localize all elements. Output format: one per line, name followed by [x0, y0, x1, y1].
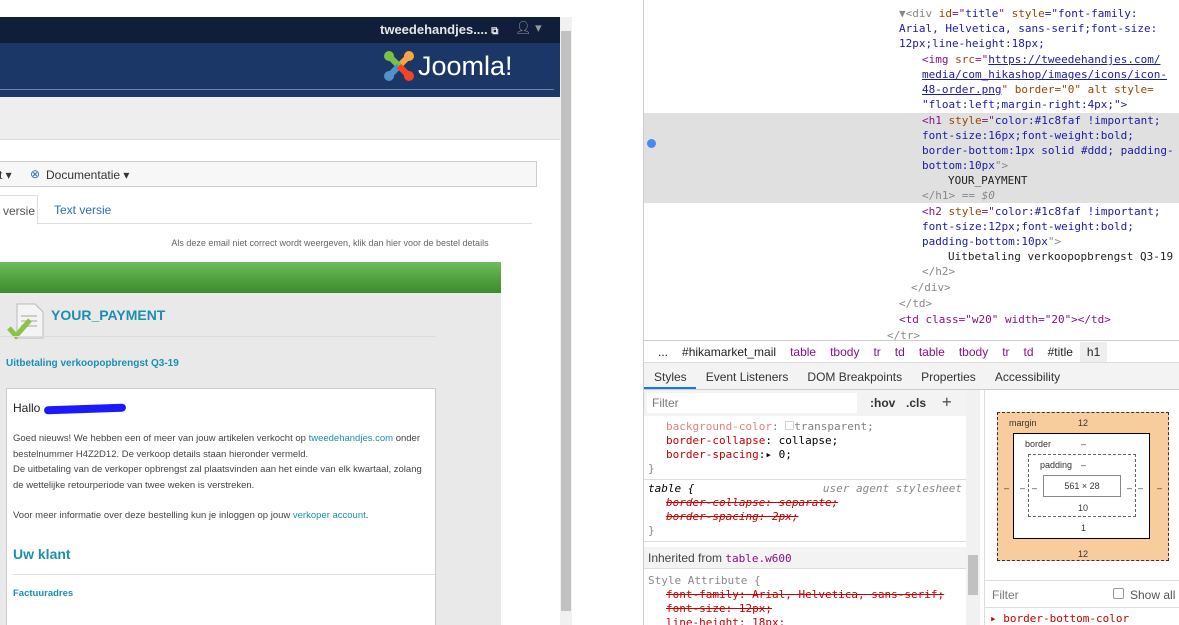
dom-line: 48-order.png" border="0" alt style= — [922, 83, 1154, 96]
dom-line: border-bottom:1px solid #ddd; padding- — [922, 144, 1174, 157]
breakpoint-dot-icon — [647, 139, 656, 148]
paragraph-info: Voor meer informatie over deze bestellin… — [13, 510, 369, 521]
email-version-tabs: versie Text versie — [0, 195, 532, 225]
tab-event-listeners[interactable]: Event Listeners — [696, 363, 798, 389]
dom-line-selected[interactable]: <h1 style="color:#1c8faf !important; — [922, 113, 1160, 128]
email-content-card: Hallo Goed nieuws! We hebben een of meer… — [6, 388, 436, 625]
user-agent-rule: table {user agent stylesheet border-coll… — [644, 482, 966, 542]
dom-line[interactable]: <td class="w20" width="20"></td> — [899, 312, 1111, 327]
redaction-scribble — [43, 403, 126, 415]
external-link-icon: ⧉ — [491, 26, 499, 37]
show-all-checkbox[interactable] — [1113, 588, 1124, 599]
billing-address-heading: Factuuradres — [13, 588, 74, 599]
computed-filter-input[interactable]: Filter — [992, 588, 1019, 602]
breadcrumb-item[interactable]: tbody — [952, 345, 995, 359]
styles-scrollbar[interactable] — [966, 390, 980, 625]
seller-account-link[interactable]: verkoper account — [293, 510, 366, 521]
dom-line: </tr> — [887, 329, 921, 340]
admin-header: Joomla! — [0, 43, 560, 97]
page-scrollbar[interactable] — [560, 17, 572, 625]
email-subtitle: Uitbetaling verkoopopbrengst Q3-19 — [6, 358, 179, 369]
breadcrumb-item[interactable]: td — [888, 345, 912, 359]
styles-filter-input[interactable]: Filter — [647, 393, 857, 413]
dom-text: Uitbetaling verkoopopbrengst Q3-19 — [948, 250, 1174, 263]
joomla-logo-icon — [383, 50, 415, 82]
dom-line: padding-bottom:10px"> — [922, 235, 1062, 248]
dom-line: </h1> == $0 — [922, 189, 995, 202]
computed-pane: Filter Show all ▸ border-bottom-color — [984, 580, 1179, 625]
tab-styles[interactable]: Styles — [644, 363, 696, 389]
lifebuoy-icon: ⊗ — [30, 167, 41, 181]
breadcrumb-item[interactable]: #hikamarket_mail — [675, 345, 783, 359]
style-rule: background-color: transparent; border-co… — [644, 420, 966, 480]
dom-line[interactable]: <h2 style="color:#1c8faf !important; — [922, 204, 1160, 219]
site-link[interactable]: tweedehandjes.... ⧉ — [380, 22, 498, 37]
joomla-logo-text: Joomla! — [418, 51, 513, 81]
inherited-header: Inherited from table.w600 — [644, 547, 966, 569]
hover-state-toggle[interactable]: :hov — [870, 396, 895, 410]
dom-line: </div> — [911, 281, 951, 294]
site-link-email[interactable]: tweedehandjes.com — [309, 433, 394, 444]
box-padding: padding – 10 – – 561 × 28 — [1028, 454, 1136, 517]
breadcrumb-item[interactable]: table — [783, 345, 823, 359]
box-border: border – 1 – – padding – 10 – – 561 × 28 — [1013, 433, 1150, 539]
breadcrumb-item[interactable]: #title — [1041, 345, 1080, 359]
paragraph-payout: De uitbetaling van de verkoper opbrengst… — [13, 464, 422, 491]
email-banner — [0, 262, 501, 293]
breadcrumb-item[interactable]: tr — [866, 345, 887, 359]
breadcrumb-item[interactable]: tbody — [823, 345, 866, 359]
browser-page: tweedehandjes.... ⧉ 👤︎ ▾ Joomla! t ▾ ⊗ D… — [0, 0, 572, 625]
title-divider — [0, 336, 436, 337]
box-margin: margin 12 12 – – border – 1 – – padding … — [997, 412, 1169, 561]
toolbar: t ▾ ⊗ Documentatie ▾ — [0, 161, 537, 187]
tab-dom-breakpoints[interactable]: DOM Breakpoints — [797, 363, 911, 389]
breadcrumb-item[interactable]: td — [1017, 345, 1041, 359]
tab-html-version[interactable]: versie — [0, 195, 38, 225]
site-link-label: tweedehandjes.... — [380, 22, 488, 37]
toolbar-menu-partial[interactable]: t ▾ — [0, 168, 12, 182]
inherited-from-link[interactable]: table.w600 — [725, 552, 791, 565]
style-attribute-rule: Style Attribute { font-family: Arial, He… — [648, 574, 945, 625]
breadcrumb-item-current[interactable]: h1 — [1079, 341, 1108, 362]
subheader — [0, 97, 560, 140]
customer-heading: Uw klant — [13, 546, 71, 562]
dom-tree: ▼<div id="title" style="font-family: Ari… — [644, 0, 1179, 340]
dom-line: font-size:12px;font-weight:bold; — [922, 220, 1134, 233]
breadcrumb-item[interactable]: tr — [995, 345, 1016, 359]
dom-line[interactable]: ▼<div id="title" style="font-family: — [899, 6, 1137, 21]
add-rule-button[interactable]: + — [942, 392, 952, 411]
dom-line: "float:left;margin-right:4px;"> — [922, 98, 1128, 111]
tab-properties[interactable]: Properties — [911, 363, 985, 389]
dom-line: 12px;line-height:18px; — [899, 37, 1045, 50]
email-title: YOUR_PAYMENT — [51, 307, 166, 323]
dom-line: </h2> — [922, 265, 956, 278]
tab-accessibility[interactable]: Accessibility — [985, 363, 1069, 389]
devtools-panel: ▼<div id="title" style="font-family: Ari… — [643, 0, 1179, 625]
admin-topbar: tweedehandjes.... ⧉ 👤︎ ▾ — [0, 17, 560, 43]
devtools-subtabs: Styles Event Listeners DOM Breakpoints P… — [644, 363, 1179, 390]
class-toggle[interactable]: .cls — [906, 396, 926, 410]
tab-text-version[interactable]: Text versie — [54, 203, 111, 217]
dom-line: Arial, Helvetica, sans-serif;font-size: — [899, 22, 1158, 35]
styles-pane: Filter :hov .cls + background-color: tra… — [644, 390, 966, 625]
dom-line[interactable]: <img src="https://tweedehandjes.com/ — [922, 52, 1160, 67]
email-notice[interactable]: Als deze email niet correct wordt weerge… — [0, 238, 500, 248]
dom-breadcrumb: ... #hikamarket_mail table tbody tr td t… — [644, 340, 1179, 363]
documentation-menu[interactable]: Documentatie ▾ — [46, 168, 129, 182]
dom-link[interactable]: media/com_hikashop/images/icons/icon- — [922, 67, 1167, 82]
section-divider — [13, 574, 435, 575]
dom-line: bottom:10px"> — [922, 159, 1009, 172]
dom-text: YOUR_PAYMENT — [948, 174, 1028, 187]
box-content: 561 × 28 — [1043, 475, 1121, 497]
dom-line: </td> — [899, 297, 933, 310]
dom-line: font-size:16px;font-weight:bold; — [922, 129, 1134, 142]
greeting: Hallo — [13, 401, 126, 415]
show-all-label: Show all — [1130, 588, 1176, 602]
box-model: margin 12 12 – – border – 1 – – padding … — [984, 390, 1179, 580]
computed-property[interactable]: ▸ border-bottom-color — [990, 612, 1129, 625]
breadcrumb-item[interactable]: ... — [651, 345, 675, 359]
breadcrumb-item[interactable]: table — [912, 345, 952, 359]
paragraph-sale: Goed nieuws! We hebben een of meer van j… — [13, 433, 420, 460]
user-menu-icon[interactable]: 👤︎ ▾ — [515, 20, 542, 36]
